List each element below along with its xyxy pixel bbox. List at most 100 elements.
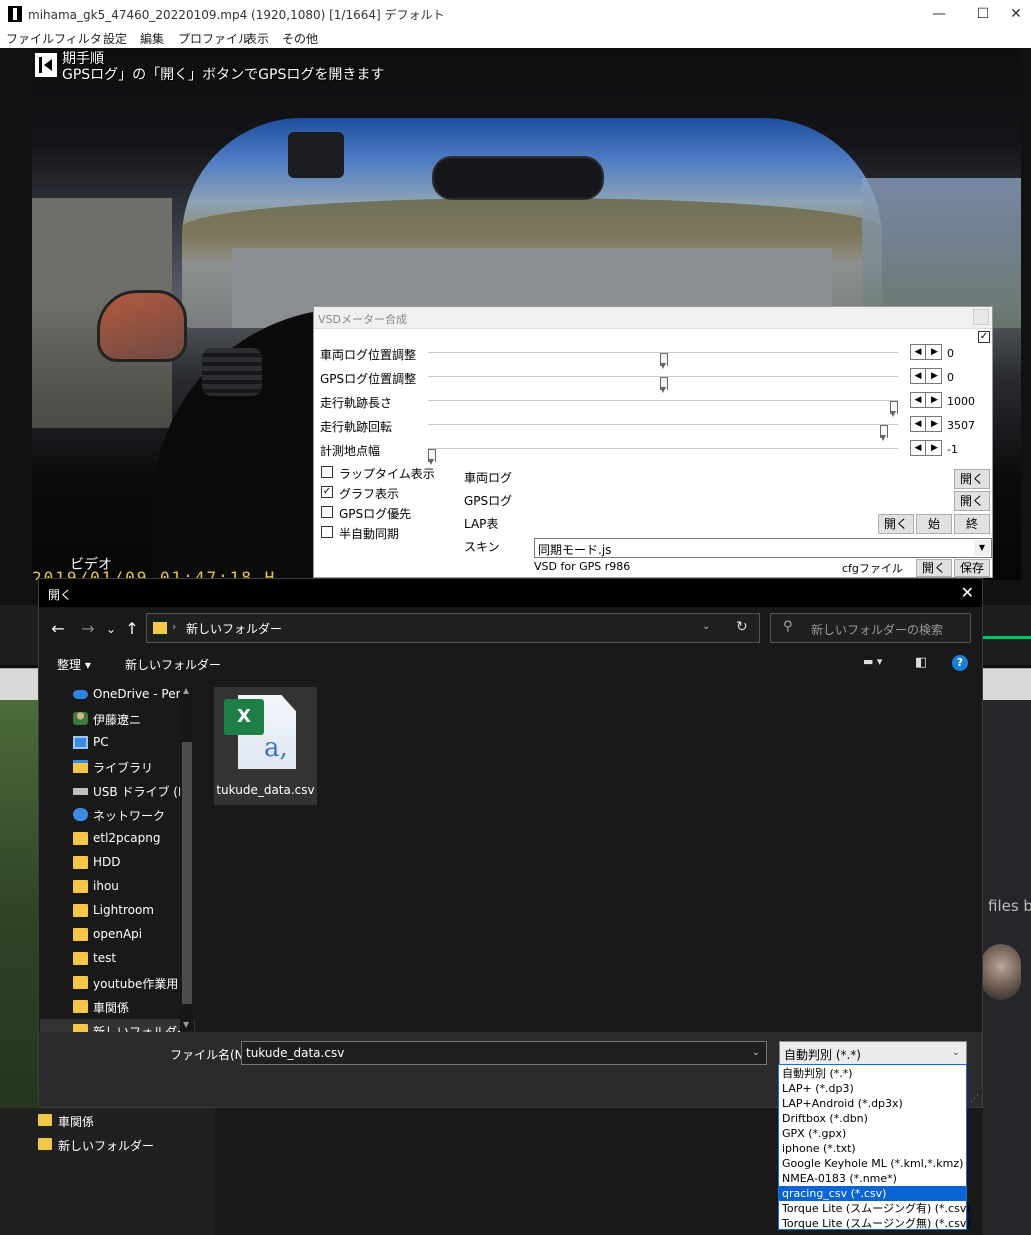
filetype-option[interactable]: iphone (*.txt)	[779, 1141, 966, 1156]
lap-open-button[interactable]: 開く	[878, 514, 914, 534]
vsd-close-button[interactable]	[973, 309, 989, 325]
filetype-option[interactable]: 自動判別 (*.*)	[779, 1066, 966, 1081]
file-item[interactable]: X a, tukude_data.csv	[214, 687, 317, 805]
nav-item[interactable]: 伊藤遼ニ	[40, 707, 195, 731]
spin-right-icon[interactable]: ▶	[927, 369, 942, 383]
nav-item[interactable]: Lightroom	[40, 899, 195, 923]
checkbox-box[interactable]	[321, 466, 333, 478]
car-log-open-button[interactable]: 開く	[954, 469, 990, 489]
filetype-option[interactable]: qracing_csv (*.csv)	[779, 1186, 966, 1201]
new-folder-button[interactable]: 新しいフォルダー	[125, 656, 221, 673]
slider-track[interactable]	[428, 400, 898, 417]
chevron-down-icon[interactable]: ⌄	[702, 621, 710, 632]
spin-left-icon[interactable]: ◀	[911, 417, 926, 431]
spin-right-icon[interactable]: ▶	[927, 393, 942, 407]
view-options-icon[interactable]: ▬ ▾	[863, 655, 882, 668]
spin-buttons[interactable]: ◀ ▶	[910, 440, 942, 456]
checkbox-box[interactable]	[321, 506, 333, 518]
back-arrow-icon[interactable]: ←	[49, 620, 67, 638]
vsd-enable-checkbox[interactable]: ✓	[978, 331, 990, 343]
lap-start-button[interactable]: 始	[916, 514, 952, 534]
nav-item[interactable]: openApi	[40, 923, 195, 947]
nav-item[interactable]: OneDrive - Perso	[40, 683, 195, 707]
nav-item[interactable]: 車関係	[40, 995, 195, 1019]
preview-pane-icon[interactable]: ◧	[915, 655, 927, 670]
lap-end-button[interactable]: 終	[954, 514, 990, 534]
spin-buttons[interactable]: ◀ ▶	[910, 368, 942, 384]
breadcrumb[interactable]: 新しいフォルダー	[186, 620, 282, 637]
maximize-button[interactable]: ☐	[968, 4, 998, 24]
close-window-button[interactable]: ✕	[1001, 4, 1031, 24]
menu-profile[interactable]: プロファイル	[178, 30, 250, 47]
resize-grip-icon[interactable]: ⋰	[970, 1094, 979, 1104]
nav-item[interactable]: test	[40, 947, 195, 971]
background-nav-item[interactable]: 新しいフォルダー	[38, 1134, 208, 1156]
filename-field[interactable]: tukude_data.csv ⌄	[241, 1041, 767, 1065]
filetype-option[interactable]: GPX (*.gpx)	[779, 1126, 966, 1141]
filetype-option[interactable]: Torque Lite (スムージング無) (*.csv)	[779, 1216, 971, 1231]
checkbox-lap-time[interactable]: ラップタイム表示	[321, 463, 471, 481]
nav-item[interactable]: ネットワーク	[40, 803, 195, 827]
cfg-save-button[interactable]: 保存	[954, 559, 990, 577]
forward-arrow-icon[interactable]: →	[79, 620, 97, 638]
filetype-select[interactable]: 自動判別 (*.*) ⌄	[779, 1041, 967, 1065]
spin-buttons[interactable]: ◀ ▶	[910, 392, 942, 408]
filetype-option[interactable]: Google Keyhole ML (*.kml,*.kmz)	[779, 1156, 966, 1171]
nav-item[interactable]: USB ドライブ (E:)	[40, 779, 195, 803]
spin-buttons[interactable]: ◀ ▶	[910, 416, 942, 432]
spin-right-icon[interactable]: ▶	[927, 441, 942, 455]
checkbox-semi-auto-sync[interactable]: 半自動同期	[321, 523, 471, 541]
recent-locations-icon[interactable]: ⌄	[102, 620, 120, 638]
spin-left-icon[interactable]: ◀	[911, 345, 926, 359]
filetype-option[interactable]: Torque Lite (スムージング有) (*.csv)	[779, 1201, 971, 1216]
skin-select[interactable]: 同期モード.js ▼	[534, 538, 992, 558]
nav-scrollbar[interactable]: ▲ ▼	[180, 686, 194, 1032]
spin-right-icon[interactable]: ▶	[927, 417, 942, 431]
slider-track[interactable]	[428, 376, 898, 393]
scroll-thumb[interactable]	[182, 742, 192, 1004]
scroll-up-icon[interactable]: ▲	[183, 686, 189, 695]
spin-left-icon[interactable]: ◀	[911, 369, 926, 383]
nav-item[interactable]: ihou	[40, 875, 195, 899]
gps-log-open-button[interactable]: 開く	[954, 491, 990, 511]
spin-left-icon[interactable]: ◀	[911, 441, 926, 455]
filetype-option[interactable]: LAP+Android (*.dp3x)	[779, 1096, 966, 1111]
refresh-icon[interactable]: ↻	[736, 619, 748, 635]
dialog-close-button[interactable]: ✕	[961, 583, 974, 602]
background-nav-item[interactable]: 車関係	[38, 1110, 208, 1132]
scroll-down-icon[interactable]: ▼	[183, 1020, 189, 1029]
slider-track[interactable]	[428, 448, 898, 465]
address-bar[interactable]: › 新しいフォルダー ⌄ ↻	[146, 613, 760, 643]
nav-item[interactable]: HDD	[40, 851, 195, 875]
menu-settings[interactable]: 設定	[103, 30, 127, 47]
nav-item[interactable]: ライブラリ	[40, 755, 195, 779]
checkbox-box[interactable]	[321, 526, 333, 538]
chevron-down-icon[interactable]: ⌄	[952, 1047, 960, 1058]
menu-other[interactable]: その他	[282, 30, 318, 47]
menu-edit[interactable]: 編集	[140, 30, 164, 47]
organize-button[interactable]: 整理 ▾	[57, 656, 91, 673]
up-arrow-icon[interactable]: ↑	[123, 620, 141, 638]
nav-item[interactable]: youtube作業用	[40, 971, 195, 995]
chevron-down-icon[interactable]: ⌄	[752, 1047, 760, 1058]
spin-left-icon[interactable]: ◀	[911, 393, 926, 407]
chevron-down-icon[interactable]: ▼	[974, 540, 990, 556]
menu-file[interactable]: ファイル	[6, 30, 54, 47]
checkbox-box[interactable]: ✓	[321, 486, 333, 498]
nav-item[interactable]: etl2pcapng	[40, 827, 195, 851]
spin-buttons[interactable]: ◀ ▶	[910, 344, 942, 360]
menu-view[interactable]: 表示	[245, 30, 269, 47]
help-icon[interactable]: ?	[952, 655, 968, 671]
filetype-option[interactable]: LAP+ (*.dp3)	[779, 1081, 966, 1096]
menu-filter[interactable]: フィルタ	[54, 30, 102, 47]
cfg-open-button[interactable]: 開く	[916, 559, 952, 577]
checkbox-graph[interactable]: ✓ グラフ表示	[321, 483, 471, 501]
slider-track[interactable]	[428, 424, 898, 441]
slider-track[interactable]	[428, 352, 898, 369]
checkbox-gps-priority[interactable]: GPSログ優先	[321, 503, 471, 521]
spin-right-icon[interactable]: ▶	[927, 345, 942, 359]
filetype-option[interactable]: Driftbox (*.dbn)	[779, 1111, 966, 1126]
search-input[interactable]: ⚲ 新しいフォルダーの検索	[770, 613, 971, 643]
minimize-button[interactable]: —	[924, 4, 954, 24]
filetype-option[interactable]: NMEA-0183 (*.nme*)	[779, 1171, 966, 1186]
